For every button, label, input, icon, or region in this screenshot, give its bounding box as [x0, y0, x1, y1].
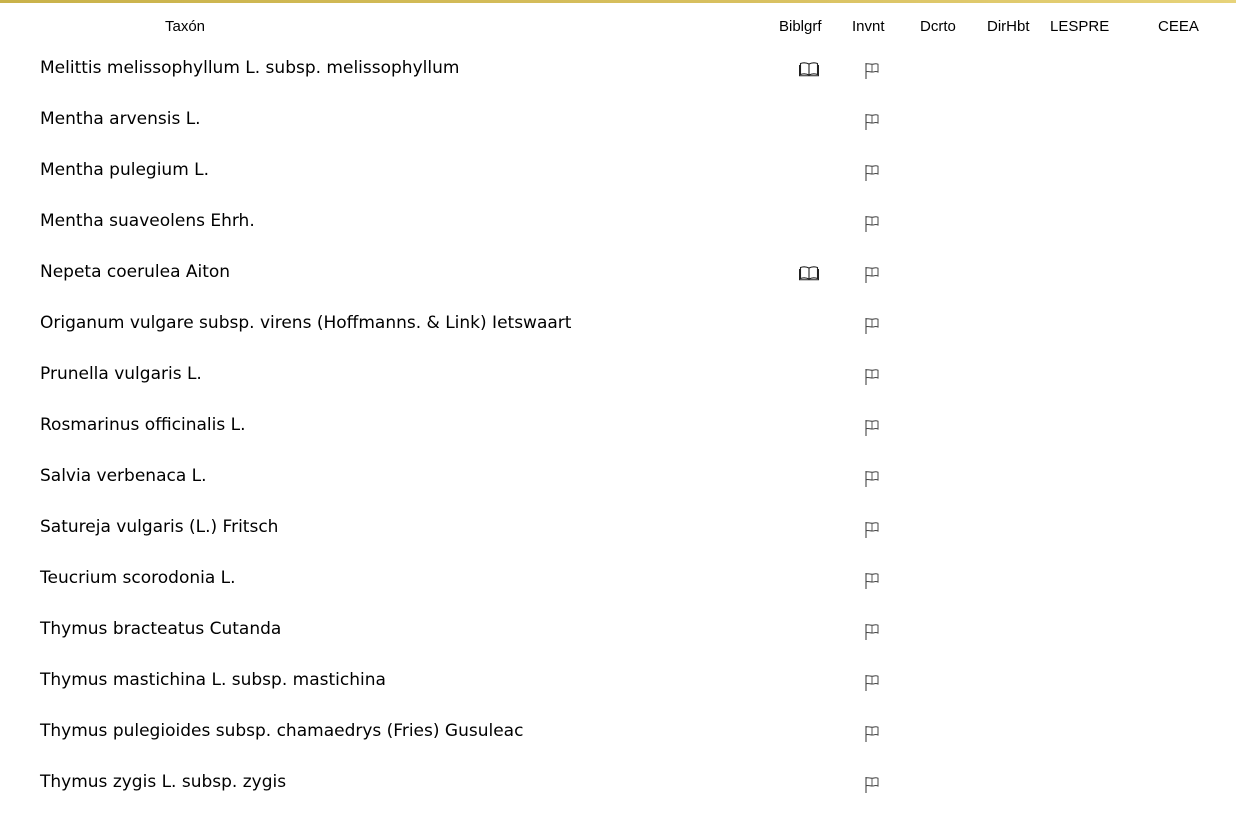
top-accent-bar	[0, 0, 1236, 3]
taxon-name[interactable]: Thymus mastichina L. subsp. mastichina	[40, 670, 386, 690]
taxon-name[interactable]: Rosmarinus officinalis L.	[40, 415, 246, 435]
taxon-name[interactable]: Teucrium scorodonia L.	[40, 568, 236, 588]
table-row[interactable]: Prunella vulgaris L.	[0, 354, 1236, 405]
table-row[interactable]: Thymus mastichina L. subsp. mastichina	[0, 660, 1236, 711]
taxon-name[interactable]: Satureja vulgaris (L.) Fritsch	[40, 517, 278, 537]
column-header-dirhbt[interactable]: DirHbt	[987, 18, 1030, 35]
table-row[interactable]: Melittis melissophyllum L. subsp. meliss…	[0, 48, 1236, 99]
table-row[interactable]: Nepeta coerulea Aiton	[0, 252, 1236, 303]
flag-icon[interactable]	[864, 521, 880, 539]
table-row[interactable]: Rosmarinus officinalis L.	[0, 405, 1236, 456]
table-row[interactable]: Salvia verbenaca L.	[0, 456, 1236, 507]
table-row[interactable]: Mentha suaveolens Ehrh.	[0, 201, 1236, 252]
taxon-name[interactable]: Nepeta coerulea Aiton	[40, 262, 230, 282]
flag-icon[interactable]	[864, 266, 880, 284]
taxon-table: Melittis melissophyllum L. subsp. meliss…	[0, 48, 1236, 813]
column-header-ceea[interactable]: CEEA	[1158, 18, 1199, 35]
flag-icon[interactable]	[864, 725, 880, 743]
table-row[interactable]: Thymus bracteatus Cutanda	[0, 609, 1236, 660]
taxon-name[interactable]: Mentha arvensis L.	[40, 109, 201, 129]
flag-icon[interactable]	[864, 572, 880, 590]
flag-icon[interactable]	[864, 419, 880, 437]
flag-icon[interactable]	[864, 470, 880, 488]
table-row[interactable]: Thymus pulegioides subsp. chamaedrys (Fr…	[0, 711, 1236, 762]
table-row[interactable]: Mentha arvensis L.	[0, 99, 1236, 150]
column-header-lespre[interactable]: LESPRE	[1050, 18, 1109, 35]
table-row[interactable]: Satureja vulgaris (L.) Fritsch	[0, 507, 1236, 558]
flag-icon[interactable]	[864, 317, 880, 335]
column-header-taxon[interactable]: Taxón	[165, 18, 205, 35]
table-row[interactable]: Origanum vulgare subsp. virens (Hoffmann…	[0, 303, 1236, 354]
taxon-name[interactable]: Thymus zygis L. subsp. zygis	[40, 772, 286, 792]
taxon-name[interactable]: Mentha pulegium L.	[40, 160, 209, 180]
flag-icon[interactable]	[864, 674, 880, 692]
flag-icon[interactable]	[864, 623, 880, 641]
flag-icon[interactable]	[864, 113, 880, 131]
flag-icon[interactable]	[864, 215, 880, 233]
taxon-name[interactable]: Thymus pulegioides subsp. chamaedrys (Fr…	[40, 721, 523, 741]
taxon-name[interactable]: Mentha suaveolens Ehrh.	[40, 211, 255, 231]
taxon-name[interactable]: Melittis melissophyllum L. subsp. meliss…	[40, 58, 459, 78]
flag-icon[interactable]	[864, 776, 880, 794]
open-book-icon[interactable]	[799, 61, 819, 77]
flag-icon[interactable]	[864, 368, 880, 386]
table-row[interactable]: Thymus zygis L. subsp. zygis	[0, 762, 1236, 813]
taxon-name[interactable]: Origanum vulgare subsp. virens (Hoffmann…	[40, 313, 571, 333]
flag-icon[interactable]	[864, 62, 880, 80]
taxon-name[interactable]: Prunella vulgaris L.	[40, 364, 202, 384]
column-header-dcrto[interactable]: Dcrto	[920, 18, 956, 35]
table-header: Taxón Biblgrf Invnt Dcrto DirHbt LESPRE …	[0, 18, 1236, 42]
column-header-invnt[interactable]: Invnt	[852, 18, 885, 35]
column-header-biblgrf[interactable]: Biblgrf	[779, 18, 822, 35]
table-row[interactable]: Mentha pulegium L.	[0, 150, 1236, 201]
table-row[interactable]: Teucrium scorodonia L.	[0, 558, 1236, 609]
flag-icon[interactable]	[864, 164, 880, 182]
taxon-name[interactable]: Salvia verbenaca L.	[40, 466, 207, 486]
taxon-name[interactable]: Thymus bracteatus Cutanda	[40, 619, 281, 639]
open-book-icon[interactable]	[799, 265, 819, 281]
